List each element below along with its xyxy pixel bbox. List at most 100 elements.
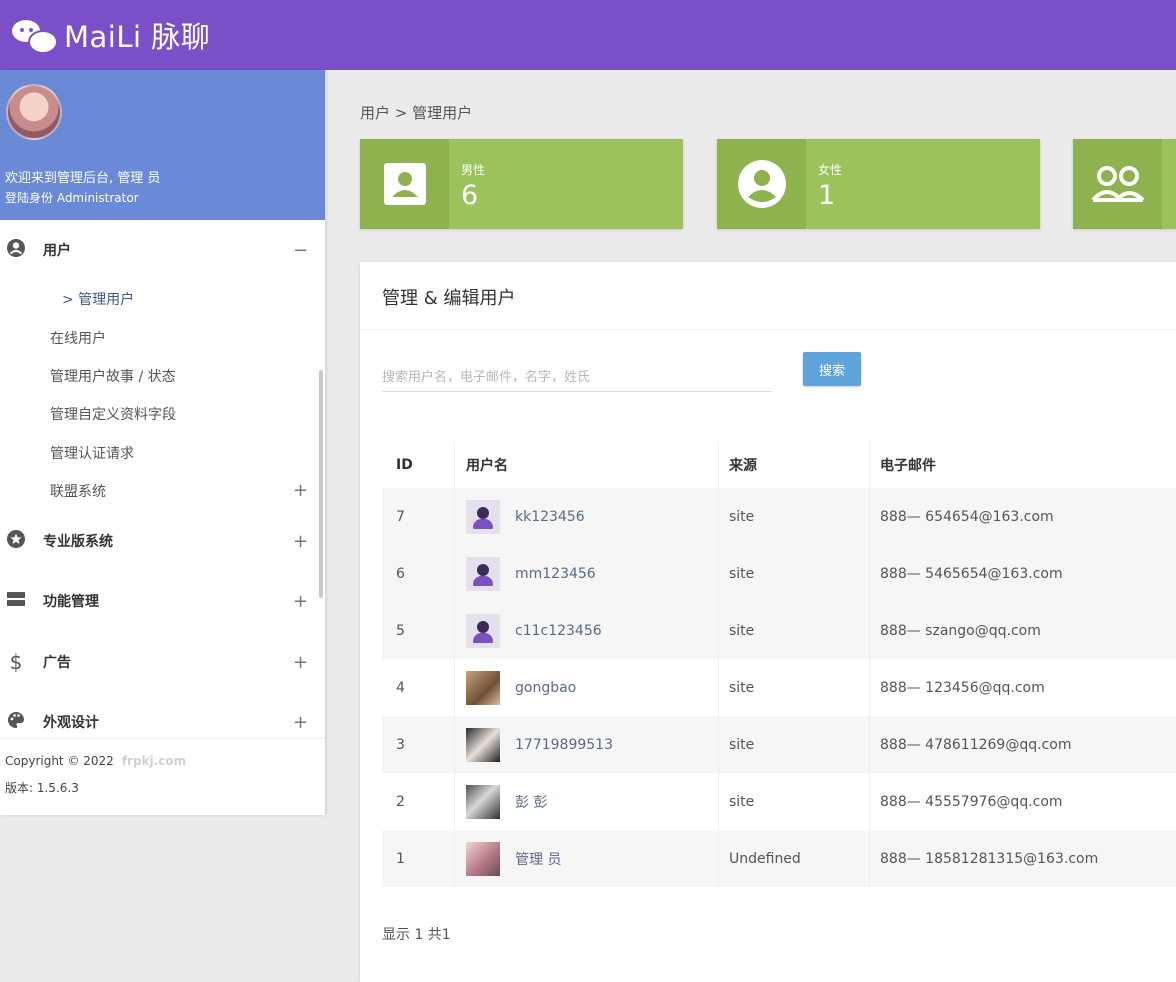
stat-label: 男性 (461, 161, 485, 178)
brand-title[interactable]: MaiLi 脉聊 (64, 14, 210, 56)
sidebar-item-appearance[interactable]: 外观设计 + (0, 702, 325, 742)
sidebar-item-users[interactable]: 用户 − (0, 230, 325, 270)
sidebar-scrollbar[interactable] (319, 370, 323, 598)
search-input[interactable] (382, 363, 772, 392)
avatar[interactable] (6, 84, 62, 140)
sidebar-item-label: 功能管理 (43, 591, 99, 611)
account-circle-icon (717, 139, 806, 229)
table-row[interactable]: 5 c11c123456 site 888— szango@qq.com (382, 602, 1176, 659)
copyright-text: Copyright © 2022 frpkj.com (5, 754, 186, 768)
table-row[interactable]: 7 kk123456 site 888— 654654@163.com (382, 488, 1176, 545)
cell-email: 888— 478611269@qq.com (870, 716, 1176, 773)
sidebar-sub-affiliates[interactable]: 联盟系统 (50, 481, 106, 501)
sidebar-item-pro-system[interactable]: 专业版系统 + (0, 521, 325, 561)
table-row[interactable]: 2 彭 彭 site 888— 45557976@qq.com (382, 773, 1176, 830)
sidebar-sub-online-users[interactable]: 在线用户 (50, 328, 106, 348)
sidebar-sub-user-stories[interactable]: 管理用户故事 / 状态 (50, 366, 176, 386)
stat-card-male: 男性 6 (360, 139, 683, 229)
table-footer-count: 显示 1 共1 (382, 924, 451, 944)
dollar-icon: $ (5, 650, 27, 674)
sidebar-item-features[interactable]: 功能管理 + (0, 581, 325, 621)
user-avatar[interactable] (466, 785, 500, 819)
role-text: 登陆身份 Administrator (5, 189, 139, 206)
search-button[interactable]: 搜索 (803, 352, 861, 386)
username-link[interactable]: kk123456 (515, 509, 585, 525)
cell-source: site (719, 488, 870, 545)
collapse-icon[interactable]: − (293, 240, 308, 261)
top-bar: MaiLi 脉聊 (0, 0, 1176, 70)
welcome-text: 欢迎来到管理后台, 管理 员 (5, 167, 160, 186)
stat-card-all (1073, 139, 1176, 229)
cell-email: 888— 5465654@163.com (870, 545, 1176, 602)
column-header-username[interactable]: 用户名 (455, 442, 719, 488)
card-divider (360, 329, 1176, 330)
sidebar-sub-custom-fields[interactable]: 管理自定义资料字段 (50, 404, 176, 424)
copyright-label: Copyright © 2022 (5, 754, 114, 768)
user-avatar[interactable] (466, 842, 500, 876)
expand-icon[interactable]: + (293, 591, 308, 612)
table-row[interactable]: 4 gongbao site 888— 123456@qq.com (382, 659, 1176, 716)
cell-email: 888— szango@qq.com (870, 602, 1176, 659)
cell-email: 888— 654654@163.com (870, 488, 1176, 545)
cell-source: site (719, 659, 870, 716)
sidebar-item-label: 专业版系统 (43, 531, 113, 551)
user-avatar[interactable] (466, 614, 500, 648)
table-row[interactable]: 1 管理 员 Undefined 888— 18581281315@163.co… (382, 830, 1176, 887)
column-header-email[interactable]: 电子邮件 (870, 442, 1176, 488)
sidebar-sub-manage-users[interactable]: > 管理用户 (62, 289, 134, 309)
expand-icon[interactable]: + (293, 480, 308, 501)
cell-email: 888— 123456@qq.com (870, 659, 1176, 716)
cell-id: 1 (382, 830, 455, 887)
username-link[interactable]: mm123456 (515, 566, 596, 582)
user-avatar[interactable] (466, 671, 500, 705)
username-link[interactable]: c11c123456 (515, 623, 602, 639)
stat-value: 6 (461, 180, 485, 211)
table-row[interactable]: 6 mm123456 site 888— 5465654@163.com (382, 545, 1176, 602)
sidebar-item-label: 用户 (43, 240, 71, 260)
cell-source: Undefined (719, 830, 870, 887)
card-title: 管理 & 编辑用户 (382, 284, 515, 310)
star-icon (5, 529, 27, 554)
column-header-source[interactable]: 来源 (719, 442, 870, 488)
cell-id: 4 (382, 659, 455, 716)
cell-email: 888— 45557976@qq.com (870, 773, 1176, 830)
users-table: ID 用户名 来源 电子邮件 7 kk123456 site 888— 6546… (382, 442, 1176, 887)
sidebar-sub-verification[interactable]: 管理认证请求 (50, 443, 134, 463)
palette-icon (5, 710, 27, 735)
username-link[interactable]: 彭 彭 (515, 792, 547, 812)
stat-label: 女性 (818, 161, 842, 178)
stat-card-female: 女性 1 (717, 139, 1040, 229)
breadcrumb: 用户 > 管理用户 (360, 102, 472, 123)
cell-id: 5 (382, 602, 455, 659)
sidebar-divider (0, 738, 325, 739)
cell-source: site (719, 716, 870, 773)
sidebar: 欢迎来到管理后台, 管理 员 登陆身份 Administrator 用户 − >… (0, 70, 325, 815)
wechat-icon (12, 16, 54, 54)
sidebar-item-label: 广告 (43, 652, 71, 672)
cell-id: 6 (382, 545, 455, 602)
user-avatar[interactable] (466, 557, 500, 591)
watermark: frpkj.com (122, 754, 186, 768)
sidebar-item-ads[interactable]: $ 广告 + (0, 642, 325, 682)
user-circle-icon (5, 238, 27, 263)
cell-source: site (719, 545, 870, 602)
contact-card-icon (360, 139, 449, 229)
cell-id: 2 (382, 773, 455, 830)
username-link[interactable]: 管理 员 (515, 849, 561, 869)
table-row[interactable]: 3 17719899513 site 888— 478611269@qq.com (382, 716, 1176, 773)
sidebar-item-label: 外观设计 (43, 712, 99, 732)
table-header-row: ID 用户名 来源 电子邮件 (382, 442, 1176, 488)
user-avatar[interactable] (466, 500, 500, 534)
column-header-id[interactable]: ID (382, 442, 455, 488)
expand-icon[interactable]: + (293, 531, 308, 552)
expand-icon[interactable]: + (293, 652, 308, 673)
expand-icon[interactable]: + (293, 712, 308, 733)
username-link[interactable]: 17719899513 (515, 737, 613, 753)
server-icon (5, 589, 27, 614)
cell-source: site (719, 773, 870, 830)
version-text: 版本: 1.5.6.3 (5, 779, 79, 796)
user-avatar[interactable] (466, 728, 500, 762)
cell-id: 3 (382, 716, 455, 773)
username-link[interactable]: gongbao (515, 680, 576, 696)
stat-value: 1 (818, 180, 842, 211)
